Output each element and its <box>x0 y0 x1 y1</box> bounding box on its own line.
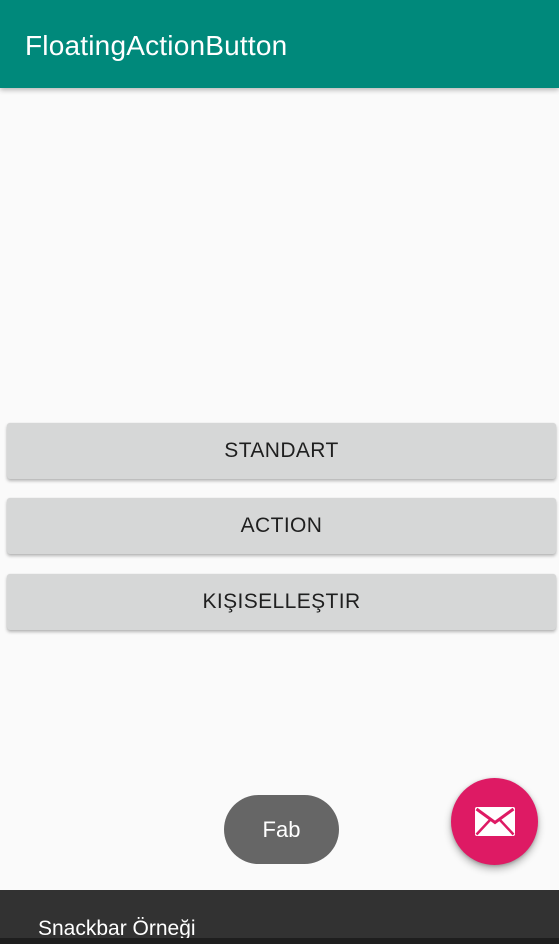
floating-action-button[interactable] <box>451 778 538 865</box>
customize-button[interactable]: KIŞISELLEŞTIR <box>7 574 556 630</box>
action-button[interactable]: ACTION <box>7 498 556 554</box>
snackbar: Snackbar Örneği <box>0 890 559 944</box>
navigation-bar-edge <box>0 938 559 944</box>
app-title: FloatingActionButton <box>25 30 288 61</box>
app-bar: FloatingActionButton <box>0 0 559 88</box>
screen: FloatingActionButton STANDART ACTION KIŞ… <box>0 0 559 944</box>
standart-button[interactable]: STANDART <box>7 423 556 479</box>
toast-message: Fab <box>224 795 339 864</box>
mail-icon <box>475 807 515 836</box>
